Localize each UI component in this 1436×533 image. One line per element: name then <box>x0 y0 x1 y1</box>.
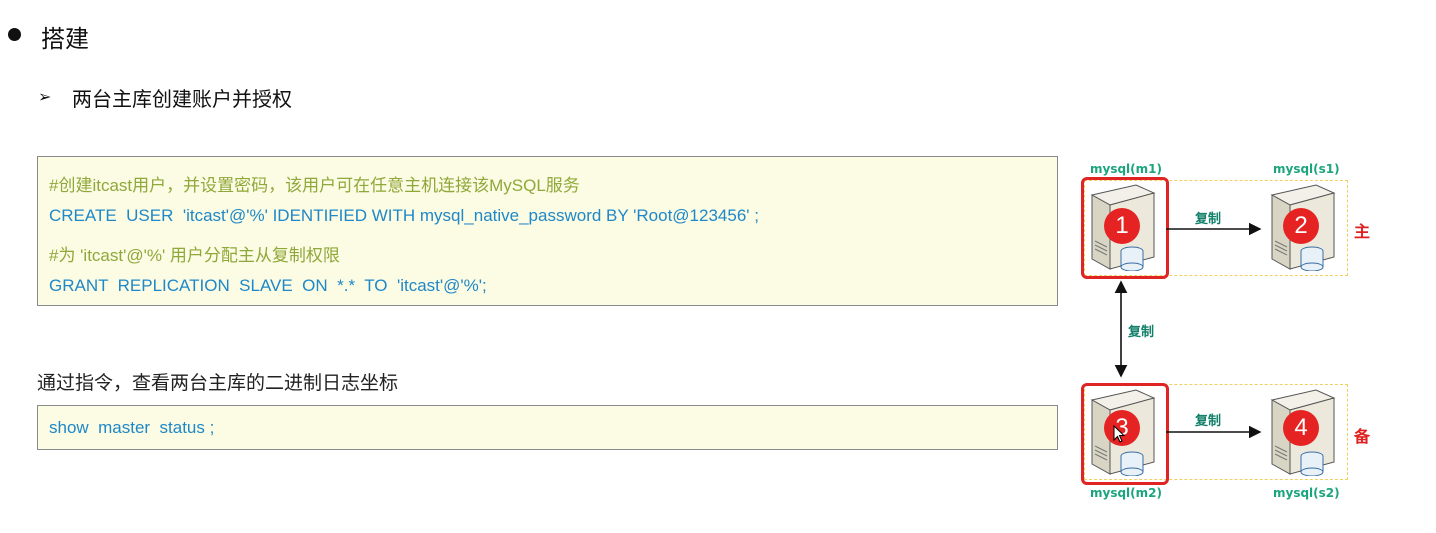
replication-label: 复制 <box>1195 414 1222 429</box>
code-line: CREATE USER 'itcast'@'%' IDENTIFIED WITH… <box>49 206 759 225</box>
node-badge-4: 4 <box>1283 410 1319 446</box>
node-badge-1: 1 <box>1104 208 1140 244</box>
bullet-dot-icon <box>8 28 21 41</box>
code-comment-line: #创建itcast用户，并设置密码，该用户可在任意主机连接该MySQL服务 <box>49 176 580 195</box>
node-label-m1: mysql(m1) <box>1090 162 1162 176</box>
code-line: GRANT REPLICATION SLAVE ON *.* TO 'itcas… <box>49 276 487 295</box>
backup-group-label: 备 <box>1354 427 1371 446</box>
primary-group-label: 主 <box>1354 222 1371 241</box>
node-label-m2: mysql(m2) <box>1090 486 1162 500</box>
mouse-cursor-icon <box>1113 425 1125 443</box>
arrow-bullet-icon: ➢ <box>38 87 52 106</box>
node-label-s1: mysql(s1) <box>1273 162 1340 176</box>
instruction-note: 通过指令，查看两台主库的二进制日志坐标 <box>37 372 399 394</box>
code-line: show master status ; <box>49 418 215 437</box>
replication-label: 复制 <box>1195 212 1222 227</box>
sql-code-block-status: show master status ; <box>37 405 1058 450</box>
section-title: 搭建 <box>41 25 89 53</box>
node-badge-2: 2 <box>1283 208 1319 244</box>
code-comment-line: #为 'itcast'@'%' 用户分配主从复制权限 <box>49 246 340 265</box>
replication-label: 复制 <box>1128 325 1155 340</box>
step-title: 两台主库创建账户并授权 <box>72 87 292 111</box>
node-label-s2: mysql(s2) <box>1273 486 1340 500</box>
sql-code-block-grant: #创建itcast用户，并设置密码，该用户可在任意主机连接该MySQL服务 CR… <box>37 156 1058 306</box>
